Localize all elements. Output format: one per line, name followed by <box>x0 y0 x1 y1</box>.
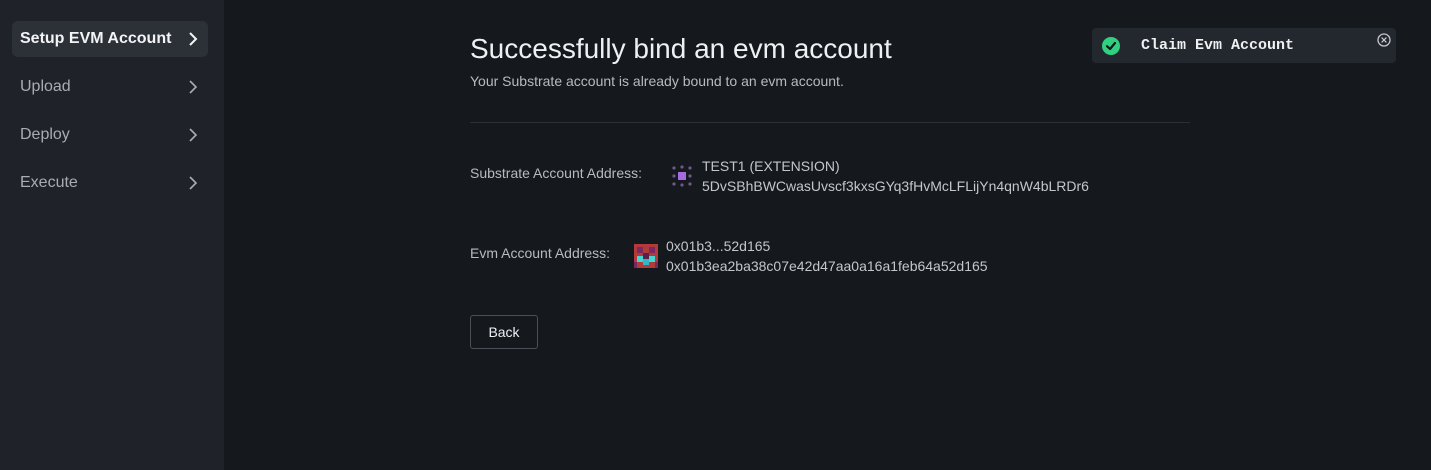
sidebar-item-deploy[interactable]: Deploy <box>12 117 208 153</box>
evm-identicon <box>634 244 658 268</box>
evm-account-short: 0x01b3...52d165 <box>666 238 771 254</box>
substrate-account-address: 5DvSBhBWCwasUvscf3kxsGYq3fHvMcLFLijYn4qn… <box>702 178 1089 194</box>
sidebar-item-label: Upload <box>20 78 71 95</box>
sidebar-item-label: Execute <box>20 174 78 191</box>
substrate-account-name: TEST1 (EXTENSION) <box>702 158 840 174</box>
chevron-right-icon <box>186 80 200 94</box>
toast-notification: Claim Evm Account <box>1092 28 1396 63</box>
sidebar-item-setup-evm-account[interactable]: Setup EVM Account <box>12 21 208 57</box>
chevron-right-icon <box>186 32 200 46</box>
substrate-account[interactable]: TEST1 (EXTENSION) 5DvSBhBWCwasUvscf3kxsG… <box>670 156 1089 196</box>
evm-address-label: Evm Account Address: <box>470 245 611 261</box>
sidebar: Setup EVM Account Upload Deploy Execute <box>0 0 224 470</box>
divider <box>470 122 1190 123</box>
evm-account-address: 0x01b3ea2ba38c07e42d47aa0a16a1feb64a52d1… <box>666 258 988 274</box>
substrate-identicon <box>670 164 694 188</box>
evm-account[interactable]: 0x01b3...52d165 0x01b3ea2ba38c07e42d47aa… <box>634 236 988 276</box>
substrate-address-label: Substrate Account Address: <box>470 165 642 181</box>
page-subtitle: Your Substrate account is already bound … <box>470 73 844 89</box>
check-circle-icon <box>1102 36 1120 55</box>
close-circle-icon[interactable] <box>1377 33 1391 47</box>
chevron-right-icon <box>186 128 200 142</box>
back-button[interactable]: Back <box>470 315 538 349</box>
page-title: Successfully bind an evm account <box>470 33 892 64</box>
sidebar-item-execute[interactable]: Execute <box>12 165 208 201</box>
sidebar-item-upload[interactable]: Upload <box>12 69 208 105</box>
sidebar-item-label: Deploy <box>20 126 70 143</box>
chevron-right-icon <box>186 176 200 190</box>
toast-message: Claim Evm Account <box>1141 37 1295 54</box>
sidebar-item-label: Setup EVM Account <box>20 30 172 47</box>
